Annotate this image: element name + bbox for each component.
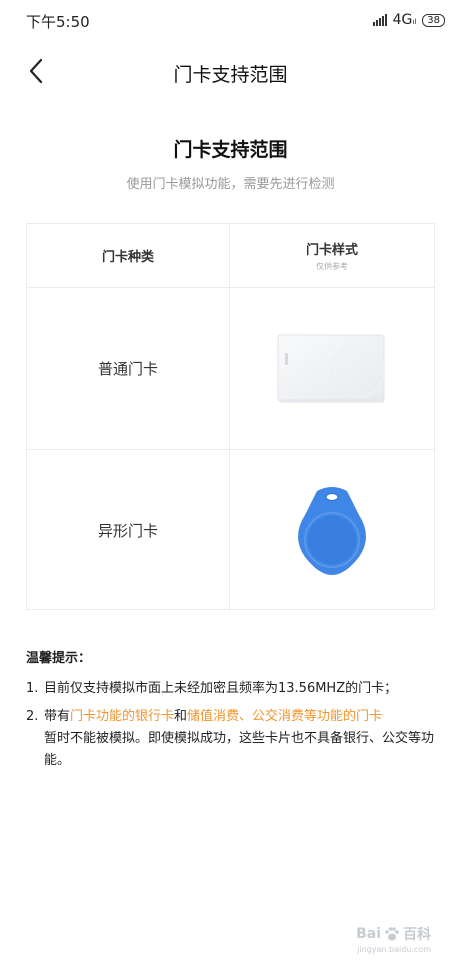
baidu-watermark: Bai 百科 bbox=[356, 926, 431, 943]
card-type-label: 异形门卡 bbox=[97, 522, 158, 540]
card-type-table: 门卡种类 门卡样式 仅供参考 普通门卡 异形门卡 bbox=[26, 223, 435, 611]
highlight-stored-value-card: 储值消费、公交消费等功能的门卡 bbox=[187, 709, 383, 724]
header-note: 仅供参考 bbox=[316, 262, 348, 271]
card-type-cell: 异形门卡 bbox=[27, 450, 230, 611]
status-icons: 4Gıl 38 bbox=[372, 11, 445, 29]
section-title: 门卡支持范围 bbox=[173, 139, 288, 161]
card-type-cell: 普通门卡 bbox=[27, 288, 230, 449]
tip-item: 1. 目前仅支持模拟市面上未经加密且频率为13.56MHZ的门卡； bbox=[26, 678, 451, 700]
tip-item: 2. 带有门卡功能的银行卡和储值消费、公交消费等功能的门卡 暂时不能被模拟。即使模… bbox=[26, 706, 451, 772]
network-indicator: 4Gıl bbox=[392, 12, 417, 28]
header-cell-style: 门卡样式 仅供参考 bbox=[230, 224, 434, 287]
white-card-image bbox=[277, 334, 385, 403]
status-time: 下午5:50 bbox=[26, 13, 90, 31]
card-image-cell bbox=[230, 450, 434, 611]
battery-icon: 38 bbox=[422, 13, 445, 27]
header-label-style: 门卡样式 bbox=[305, 243, 358, 258]
nav-bar: 门卡支持范围 bbox=[0, 46, 461, 98]
page-title: 门卡支持范围 bbox=[173, 64, 288, 86]
tip-number: 1. bbox=[26, 681, 39, 696]
tip-number: 2. bbox=[26, 709, 39, 724]
header-label-type: 门卡种类 bbox=[101, 250, 154, 265]
table-row: 异形门卡 bbox=[27, 450, 434, 611]
card-type-label: 普通门卡 bbox=[97, 360, 158, 378]
signal-icon bbox=[372, 14, 387, 26]
tips-title: 温馨提示： bbox=[26, 651, 92, 666]
header-cell-type: 门卡种类 bbox=[27, 224, 230, 287]
section-subtitle: 使用门卡模拟功能，需要先进行检测 bbox=[126, 177, 335, 192]
tip-text: 带有门卡功能的银行卡和储值消费、公交消费等功能的门卡 暂时不能被模拟。即使模拟成功… bbox=[44, 709, 435, 768]
table-header-row: 门卡种类 门卡样式 仅供参考 bbox=[27, 224, 434, 288]
card-image-cell bbox=[230, 288, 434, 449]
watermark-url: jingyan.baidu.com bbox=[357, 945, 431, 954]
battery-level: 38 bbox=[427, 14, 440, 26]
blue-fob-image bbox=[298, 486, 366, 575]
status-bar: 下午5:50 4Gıl 38 bbox=[0, 0, 461, 40]
paw-icon bbox=[385, 927, 399, 941]
tip-text: 目前仅支持模拟市面上未经加密且频率为13.56MHZ的门卡； bbox=[44, 681, 398, 696]
highlight-bank-card: 门卡功能的银行卡 bbox=[70, 709, 175, 724]
table-row: 普通门卡 bbox=[27, 288, 434, 450]
